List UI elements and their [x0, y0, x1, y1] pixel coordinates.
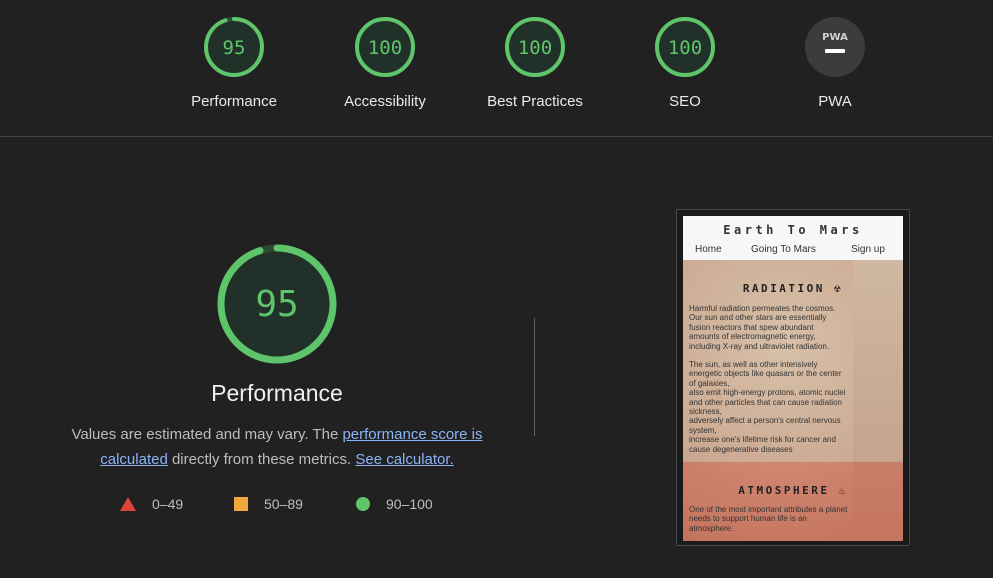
atmosphere-heading-text: ATMOSPHERE — [738, 484, 830, 497]
nav-sign-up: Sign up — [851, 244, 885, 255]
performance-description: Values are estimated and may vary. The p… — [50, 422, 504, 472]
radiation-text-line: sickness, — [689, 407, 722, 417]
seo-score: 100 — [668, 37, 702, 59]
best-practices-label: Best Practices — [487, 93, 583, 110]
legend-fail: 0–49 — [120, 496, 183, 512]
best-practices-score: 100 — [518, 37, 552, 59]
gauge-seo[interactable]: 100 SEO — [610, 16, 760, 110]
legend-fail-range: 0–49 — [152, 496, 184, 512]
pwa-badge: PWA — [805, 17, 865, 77]
desc-text-1: Values are estimated and may vary. The — [71, 426, 343, 443]
site-title: Earth To Mars — [723, 223, 863, 237]
radiation-text-line: Our sun and other stars are essentially — [689, 313, 827, 323]
legend-average-range: 50–89 — [264, 496, 303, 512]
legend-pass-range: 90–100 — [386, 496, 433, 512]
radiation-icon: ☢ — [834, 282, 844, 295]
triangle-icon — [120, 497, 136, 511]
radiation-text-line: energetic objects like quasars or the ce… — [689, 369, 842, 379]
atmosphere-text-line: One of the most important attributes a p… — [689, 505, 848, 514]
performance-gauge-ring: 95 — [204, 17, 264, 77]
performance-label: Performance — [191, 93, 277, 110]
legend-pass: 90–100 — [356, 496, 433, 512]
gauge-performance[interactable]: 95 Performance — [159, 16, 309, 110]
performance-main-gauge: 95 — [217, 244, 337, 364]
site-header: Earth To Mars Home Going To Mars Sign up — [683, 216, 903, 260]
atmosphere-text-line: needs to support human life is an — [689, 514, 807, 524]
radiation-text-line: amounts of electromagnetic energy, — [689, 332, 816, 342]
radiation-heading: RADIATION ☢ — [683, 282, 903, 295]
radiation-text: Harmful radiation permeates the cosmos. O… — [689, 304, 899, 454]
see-calculator-link[interactable]: See calculator. — [355, 451, 453, 468]
atmosphere-heading: ATMOSPHERE ♨ — [683, 484, 903, 497]
pwa-badge-text: PWA — [822, 32, 848, 43]
screenshot-viewport: Earth To Mars Home Going To Mars Sign up… — [683, 216, 903, 541]
accessibility-label: Accessibility — [344, 93, 426, 110]
vertical-divider — [534, 318, 535, 436]
score-legend: 0–49 50–89 90–100 — [120, 496, 460, 516]
radiation-text-line: increase one's lifetime risk for cancer … — [689, 435, 836, 445]
desc-text-2: directly from these metrics. — [167, 451, 356, 468]
accessibility-gauge-ring: 100 — [355, 17, 415, 77]
radiation-text-line: system, — [689, 425, 717, 435]
pwa-label: PWA — [818, 93, 852, 110]
gauge-pwa[interactable]: PWA PWA — [760, 16, 910, 110]
pwa-dash-icon — [825, 49, 845, 53]
gauge-best-practices[interactable]: 100 Best Practices — [460, 16, 610, 110]
atmosphere-text-line: atmosphere. — [689, 523, 734, 533]
performance-section-title: Performance — [211, 380, 343, 406]
smoke-icon: ♨ — [838, 484, 848, 497]
best-practices-gauge-ring: 100 — [505, 17, 565, 77]
accessibility-score: 100 — [368, 37, 402, 59]
category-summary-bar: 95 Performance 100 Accessibility 100 Bes… — [0, 0, 993, 137]
seo-label: SEO — [669, 93, 701, 110]
radiation-text-line: The sun, as well as other intensively — [689, 360, 818, 370]
radiation-text-line — [689, 351, 899, 360]
radiation-text-line: cause degenerative diseases — [689, 444, 793, 454]
radiation-text-line: Harmful radiation permeates the cosmos. — [689, 304, 836, 313]
radiation-text-line: fusion reactors that spew abundant — [689, 322, 814, 332]
final-screenshot-thumbnail[interactable]: Earth To Mars Home Going To Mars Sign up… — [676, 209, 910, 546]
legend-average: 50–89 — [234, 496, 303, 512]
performance-score: 95 — [223, 37, 246, 59]
radiation-text-line: also emit high-energy protons, atomic nu… — [689, 388, 846, 398]
radiation-text-line: of galaxies, — [689, 378, 730, 388]
nav-home: Home — [695, 244, 722, 255]
radiation-heading-text: RADIATION — [742, 282, 825, 295]
radiation-text-line: and other particles that can cause radia… — [689, 397, 842, 407]
radiation-text-line: adversely affect a person's central nerv… — [689, 416, 841, 426]
performance-main-score: 95 — [255, 284, 298, 325]
circle-icon — [356, 497, 370, 511]
atmosphere-text: One of the most important attributes a p… — [689, 505, 899, 533]
nav-going-to-mars: Going To Mars — [751, 244, 816, 255]
radiation-text-line: including X-ray and ultraviolet radiatio… — [689, 341, 830, 351]
site-nav: Home Going To Mars Sign up — [683, 244, 903, 258]
gauge-accessibility[interactable]: 100 Accessibility — [310, 16, 460, 110]
seo-gauge-ring: 100 — [655, 17, 715, 77]
square-icon — [234, 497, 248, 511]
